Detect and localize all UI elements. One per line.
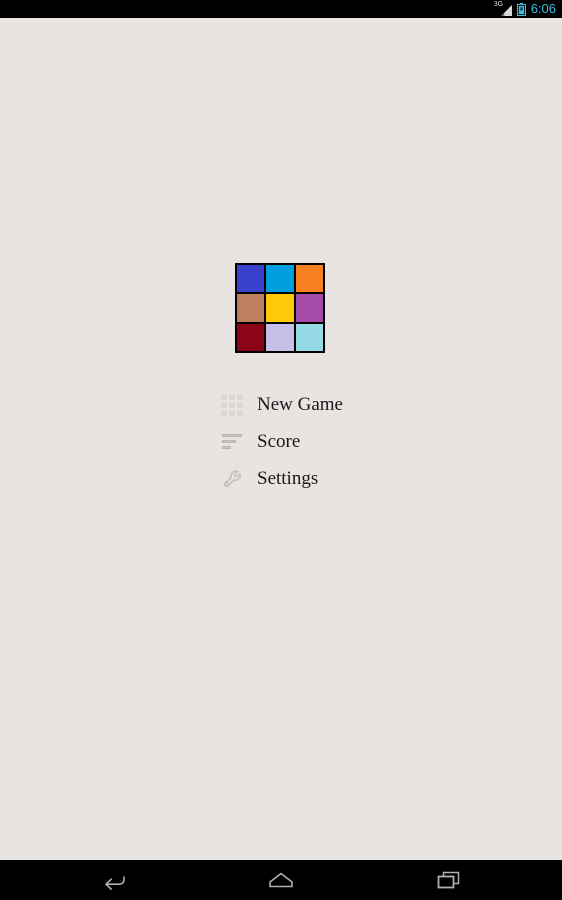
logo-cell-1-2 [266,265,294,293]
wrench-glyph [223,469,241,487]
menu-item-score-label: Score [257,430,301,452]
logo-cell-3-1 [237,323,265,351]
logo-cell-2-2 [266,294,294,322]
nav-recents-button[interactable] [393,860,505,900]
battery-icon [516,2,526,16]
logo-cell-3-2 [266,323,294,351]
main-menu: New Game Score Settings [221,386,481,497]
back-arrow-icon [105,876,125,890]
logo-cell-1-1 [237,265,265,293]
app-content: New Game Score Settings [0,18,562,860]
menu-item-new-game[interactable]: New Game [221,386,481,423]
status-bar: 3G 6:06 [0,0,562,18]
bars-icon [221,431,243,453]
wrench-icon [221,468,243,490]
color-grid-logo [235,263,325,353]
home-icon [269,872,293,888]
menu-item-settings-label: Settings [257,467,319,489]
logo-cell-2-3 [295,294,323,322]
network-type-label: 3G [493,1,504,8]
grid-icon [221,393,243,416]
nav-spacer-right [337,860,393,900]
navigation-bar [0,860,562,900]
nav-spacer-left [169,860,225,900]
recent-apps-icon [437,871,460,889]
menu-item-new-game-label: New Game [257,393,343,415]
nav-back-button[interactable] [57,860,169,900]
menu-item-settings[interactable]: Settings [221,460,481,497]
status-bar-right-group: 3G 6:06 [493,1,556,16]
menu-item-score[interactable]: Score [221,423,481,460]
logo-cell-3-3 [295,323,323,351]
logo-cell-1-3 [295,265,323,293]
status-bar-clock: 6:06 [530,1,556,16]
logo-cell-2-1 [237,294,265,322]
signal-bars-icon: 3G [493,1,512,16]
nav-home-button[interactable] [225,860,337,900]
